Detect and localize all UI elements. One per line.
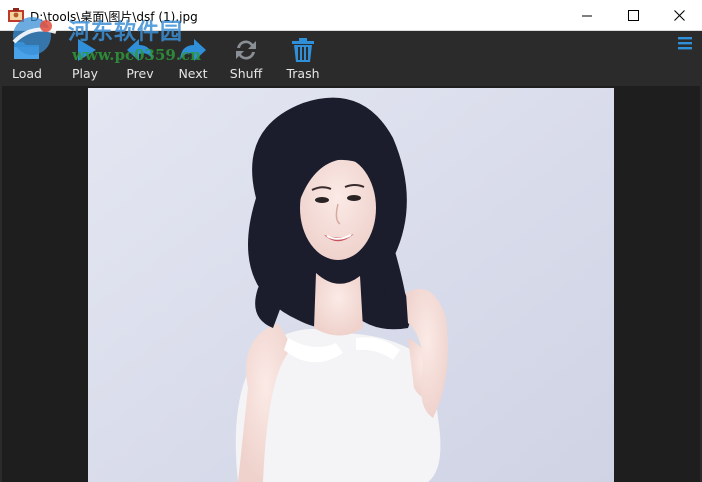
- maximize-button[interactable]: [610, 0, 656, 31]
- folder-icon: [14, 42, 39, 59]
- next-arrow-icon: [180, 39, 206, 61]
- prev-arrow-icon: [127, 39, 153, 61]
- load-button[interactable]: Load: [0, 31, 54, 86]
- next-button[interactable]: Next: [166, 31, 220, 86]
- prev-label: Prev: [126, 66, 154, 81]
- trash-label: Trash: [286, 66, 320, 81]
- shuffle-button[interactable]: Shuff: [219, 31, 273, 86]
- toolbar: Load Play Prev Next Shuff Trash: [0, 31, 702, 86]
- next-label: Next: [178, 66, 208, 81]
- minimize-icon: [581, 15, 592, 17]
- maximize-icon: [627, 10, 639, 21]
- displayed-photo[interactable]: [88, 88, 614, 482]
- shuffle-icon: [236, 40, 256, 60]
- load-label: Load: [12, 66, 42, 81]
- trash-icon: [292, 38, 314, 62]
- trash-button[interactable]: Trash: [276, 31, 330, 86]
- title-bar: D:\tools\桌面\图片\dsf (1).jpg: [0, 0, 702, 31]
- minimize-button[interactable]: [564, 0, 610, 31]
- prev-button[interactable]: Prev: [113, 31, 167, 86]
- play-button[interactable]: Play: [58, 31, 112, 86]
- image-viewer: [0, 86, 702, 482]
- close-button[interactable]: [656, 0, 702, 31]
- window-title: D:\tools\桌面\图片\dsf (1).jpg: [30, 10, 198, 24]
- play-label: Play: [71, 66, 99, 81]
- viewer-left-frame: [0, 86, 2, 482]
- shuffle-label: Shuff: [229, 66, 263, 81]
- app-icon: [8, 8, 24, 22]
- hamburger-menu-icon[interactable]: [676, 35, 694, 51]
- close-icon: [673, 10, 685, 21]
- play-icon: [78, 39, 96, 61]
